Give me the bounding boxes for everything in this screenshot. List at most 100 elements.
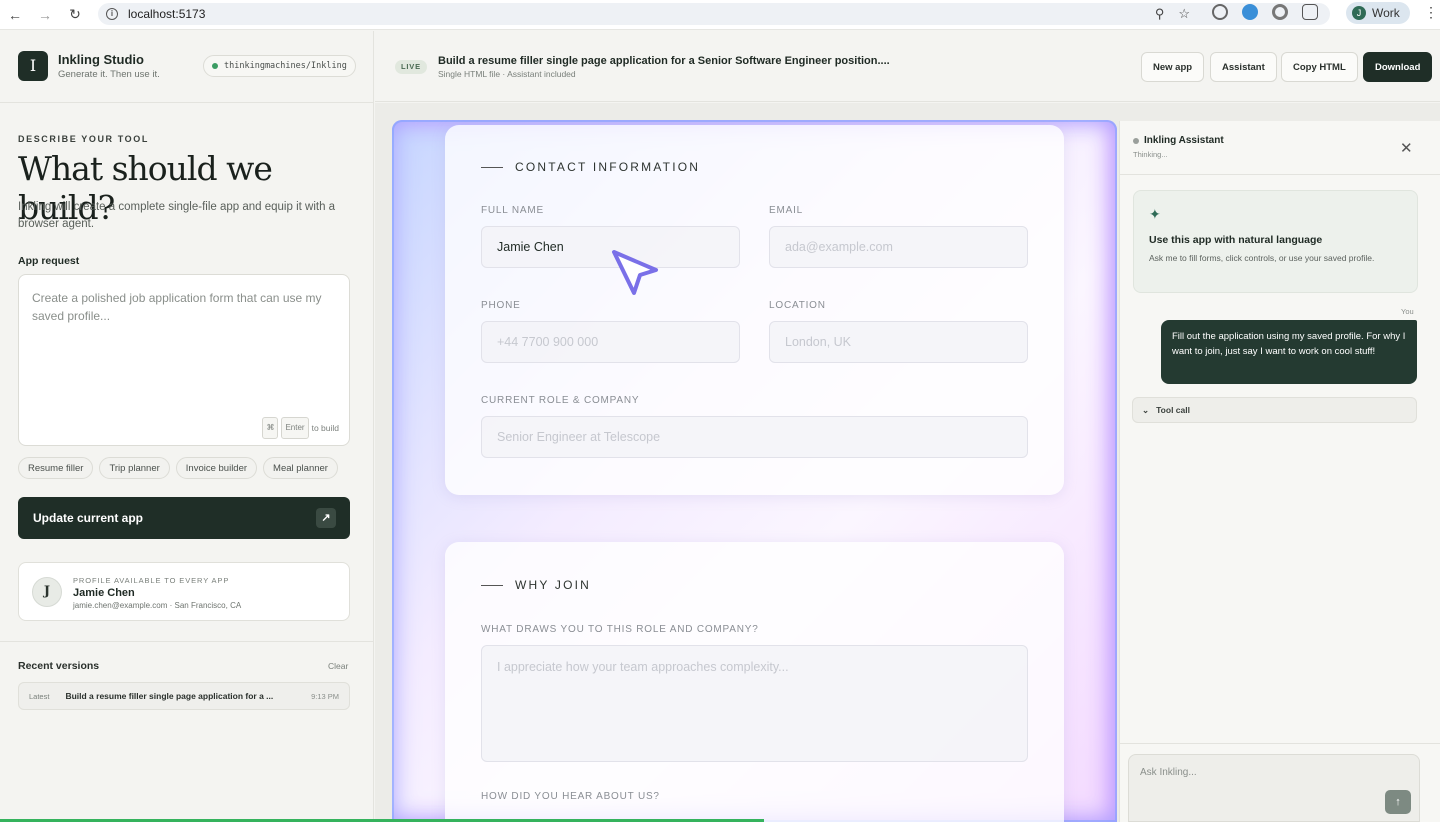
site-info-icon[interactable]: i [106,8,118,20]
download-button[interactable]: Download [1363,52,1433,82]
why-join-heading: WHY JOIN [515,578,592,592]
assistant-button[interactable]: Assistant [1210,52,1277,82]
copy-html-button[interactable]: Copy HTML [1281,52,1358,82]
template-chip[interactable]: Trip planner [99,457,170,479]
role-field[interactable]: Senior Engineer at Telescope [481,416,1028,458]
assistant-status: Thinking... [1133,150,1168,159]
zoom-icon[interactable]: ⚲ [1155,6,1165,22]
profile-label: Work [1372,6,1400,20]
location-label: LOCATION [769,300,826,311]
why-join-card: WHY JOIN WHAT DRAWS YOU TO THIS ROLE AND… [445,542,1064,822]
tool-call-toggle[interactable]: ⌄ Tool call [1132,397,1417,423]
app-request-label: App request [18,255,80,267]
bookmark-star-icon[interactable]: ☆ [1178,6,1190,22]
brand-logo: I [18,51,48,81]
update-app-button[interactable]: Update current app ↗ [18,497,350,539]
assistant-input[interactable]: Ask Inkling... [1128,754,1420,822]
hint-text: to build [311,423,339,433]
template-chip[interactable]: Resume filler [18,457,94,479]
message-author: You [1401,307,1414,316]
template-chip[interactable]: Invoice builder [175,457,258,479]
repo-name: thinkingmachines/Inkling [224,61,347,71]
assistant-header: Inkling Assistant Thinking... ✕ [1120,121,1440,175]
profile-name: Jamie Chen [73,587,135,599]
contact-heading: CONTACT INFORMATION [515,160,701,174]
chevron-icon: ⌄ [1142,404,1150,415]
extension-icon[interactable] [1272,4,1288,20]
brand-name: Inkling Studio [58,52,144,67]
section-heading: CONTACT INFORMATION [481,160,700,174]
app-header: LIVE Build a resume filler single page a… [375,31,1440,102]
version-tag: Latest [29,691,50,701]
intro-title: Use this app with natural language [1149,234,1323,246]
address-bar[interactable]: i localhost:5173 ⚲ ☆ [98,3,1330,25]
assistant-title: Inkling Assistant [1144,135,1224,146]
profile-card[interactable]: J PROFILE AVAILABLE TO EVERY APP Jamie C… [18,562,350,621]
browser-profile-button[interactable]: J Work [1346,2,1410,24]
intro-description: Ask me to fill forms, click controls, or… [1149,253,1375,263]
puzzle-icon[interactable] [1302,4,1318,20]
divider [481,584,503,586]
template-chips: Resume filler Trip planner Invoice build… [18,457,338,479]
sidebar: I Inkling Studio Generate it. Then use i… [0,31,374,822]
recent-versions-title: Recent versions [18,660,100,672]
phone-field[interactable]: +44 7700 900 000 [481,321,740,363]
version-time: 9:13 PM [311,691,339,701]
draws-you-label: WHAT DRAWS YOU TO THIS ROLE AND COMPANY? [481,624,759,635]
role-label: CURRENT ROLE & COMPANY [481,395,640,406]
version-text: Build a resume filler single page applic… [65,691,274,701]
status-dot-icon [212,63,218,69]
avatar: J [32,577,62,607]
back-icon[interactable]: ← [0,7,30,23]
status-dot-icon [1133,138,1139,144]
email-label: EMAIL [769,205,804,216]
new-app-button[interactable]: New app [1141,52,1205,82]
url-text: localhost:5173 [128,7,206,21]
profile-detail: jamie.chen@example.com · San Francisco, … [73,601,242,610]
repo-chip[interactable]: thinkingmachines/Inkling [203,55,356,77]
live-badge: LIVE [395,60,427,74]
sparkle-icon: ✦ [1149,206,1161,222]
extension-icon[interactable] [1212,4,1228,20]
section-heading: WHY JOIN [481,578,591,592]
section-kicker: DESCRIBE YOUR TOOL [18,134,149,144]
avatar: J [1352,6,1366,20]
draws-you-textarea[interactable]: I appreciate how your team approaches co… [481,645,1028,762]
app-title: Build a resume filler single page applic… [438,55,890,67]
close-icon[interactable]: ✕ [1400,139,1413,157]
send-arrow-icon[interactable]: ↑ [1385,790,1411,814]
list-item[interactable]: Latest Build a resume filler single page… [18,682,350,710]
update-app-label: Update current app [33,511,144,525]
app-preview-frame: CONTACT INFORMATION FULL NAME Jamie Chen… [392,120,1117,822]
page-description: Inkling will create a complete single-fi… [18,201,336,230]
extension-icon[interactable] [1242,4,1258,20]
app-subtitle: Single HTML file · Assistant included [438,69,576,79]
template-chip[interactable]: Meal planner [263,457,338,479]
app-request-placeholder: Create a polished job application form t… [32,291,322,323]
heard-about-label: HOW DID YOU HEAR ABOUT US? [481,791,660,802]
tool-call-label: Tool call [1156,405,1190,415]
command-key: ⌘ [262,417,279,439]
full-name-label: FULL NAME [481,205,544,216]
arrow-up-right-icon: ↗ [316,508,336,528]
divider [1119,743,1440,744]
divider [0,102,374,103]
contact-card: CONTACT INFORMATION FULL NAME Jamie Chen… [445,125,1064,495]
divider [0,641,374,642]
assistant-panel: Inkling Assistant Thinking... ✕ ✦ Use th… [1119,121,1440,822]
build-shortcut-hint: ⌘ Enter to build [262,417,339,439]
clear-recent-button[interactable]: Clear [328,661,348,671]
brand: I Inkling Studio Generate it. Then use i… [18,51,160,81]
brand-tagline: Generate it. Then use it. [58,69,160,80]
enter-key: Enter [281,417,309,439]
location-field[interactable]: London, UK [769,321,1028,363]
email-field[interactable]: ada@example.com [769,226,1028,268]
phone-label: PHONE [481,300,521,311]
profile-kicker: PROFILE AVAILABLE TO EVERY APP [73,576,230,585]
reload-icon[interactable]: ↻ [60,6,90,23]
forward-icon[interactable]: → [30,7,60,23]
menu-icon[interactable]: ⋮ [1424,4,1438,21]
assistant-intro-card: ✦ Use this app with natural language Ask… [1133,190,1418,293]
agent-cursor-icon [612,250,658,295]
app-request-input[interactable]: Create a polished job application form t… [18,274,350,446]
